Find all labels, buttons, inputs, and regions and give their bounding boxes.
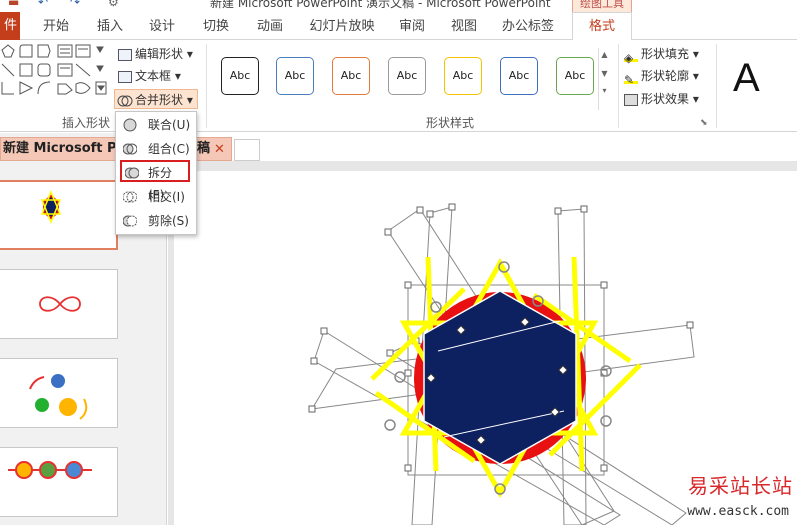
wordart-style-a[interactable]: A [733, 56, 760, 101]
group-divider [206, 44, 207, 128]
dialog-launcher-icon[interactable]: ⬊ [700, 118, 708, 128]
tab-format[interactable]: 格式 [572, 12, 632, 41]
text-box-label: 文本框 [135, 69, 172, 83]
shape-effects-label: 形状效果 [641, 92, 690, 106]
customize-icon[interactable]: ⚙ [108, 0, 119, 9]
scroll-up-icon[interactable]: ▲ [599, 50, 610, 59]
shape-gallery[interactable] [0, 44, 110, 109]
menu-item-subtract-label: 剪除(S) [148, 214, 189, 228]
pen-icon: ✎ [624, 70, 638, 87]
menu-item-intersect[interactable]: 相交(I) [120, 186, 194, 208]
shape-effects-icon [624, 93, 638, 106]
style-swatch-2[interactable]: Abc [276, 57, 314, 95]
document-tab-title-tail: 稿 [197, 141, 211, 156]
slide-3-preview [29, 374, 88, 420]
ribbon-tabs: 件 开始 插入 设计 切换 动画 幻灯片放映 审阅 视图 办公标签 格式 [0, 12, 797, 41]
tab-transitions[interactable]: 切换 [196, 17, 236, 37]
slide-thumbnail-1[interactable] [0, 180, 118, 250]
style-swatch-6[interactable]: Abc [500, 57, 538, 95]
text-box-icon [118, 70, 132, 83]
watermark-url: www.easck.com [687, 504, 789, 519]
union-icon [123, 118, 137, 132]
watermark: 易采站长站 www.easck.com [680, 470, 797, 525]
menu-item-union-label: 联合(U) [148, 118, 191, 132]
slide-1-preview [40, 190, 62, 224]
tab-design[interactable]: 设计 [142, 17, 182, 37]
shape-effects-button[interactable]: 形状效果 ▾ [624, 89, 699, 109]
merge-shapes-label: 合并形状 [135, 93, 184, 107]
wordart-gallery[interactable]: A [716, 44, 797, 128]
edit-shape-label: 编辑形状 [135, 47, 184, 61]
style-swatch-4[interactable]: Abc [388, 57, 426, 95]
tab-view[interactable]: 视图 [444, 17, 484, 37]
tab-file[interactable]: 件 [0, 12, 20, 40]
drawing-tools-label: 绘图工具 [572, 0, 632, 12]
shape-styles-group-label: 形状样式 [426, 116, 475, 130]
edit-shape-button[interactable]: 编辑形状 ▾ [118, 44, 193, 64]
menu-item-combine-label: 组合(C) [148, 142, 190, 156]
expand-gallery-icon[interactable]: ▾ [599, 86, 610, 95]
tab-review[interactable]: 审阅 [392, 17, 432, 37]
text-box-button[interactable]: 文本框 ▾ [118, 66, 181, 86]
new-tab[interactable] [234, 139, 260, 161]
slide-thumbnail-4[interactable] [0, 447, 118, 517]
merge-shapes-button[interactable]: 合并形状 ▾ [114, 89, 198, 109]
menu-item-subtract[interactable]: 剪除(S) [120, 210, 194, 232]
watermark-text: 易采站长站 [688, 474, 793, 498]
group-divider [618, 44, 619, 128]
style-swatch-7[interactable]: Abc [556, 57, 594, 95]
title-bar: ▬ ↶ ↷ ⚙ 新建 Microsoft PowerPoint 演示文稿 - M… [0, 0, 797, 12]
combine-icon [123, 143, 137, 155]
slide-thumbnail-2[interactable] [0, 269, 118, 339]
close-icon[interactable]: ✕ [214, 139, 225, 160]
paint-bucket-icon: ◈ [624, 48, 638, 65]
tab-office-tab[interactable]: 办公标签 [498, 17, 558, 37]
redo-icon[interactable]: ↷ [70, 0, 80, 9]
edit-shape-icon [118, 48, 132, 61]
undo-icon[interactable]: ↶ [38, 0, 48, 9]
subtract-icon [123, 215, 137, 227]
style-swatch-3[interactable]: Abc [332, 57, 370, 95]
slide-2-preview [39, 296, 81, 312]
insert-shapes-group-label: 插入形状 [62, 116, 111, 130]
style-swatch-5[interactable]: Abc [444, 57, 482, 95]
slide-4-preview [8, 461, 92, 479]
window-title: 新建 Microsoft PowerPoint 演示文稿 - Microsoft… [210, 0, 551, 10]
save-icon[interactable]: ▬ [8, 0, 19, 9]
scroll-down-icon[interactable]: ▼ [599, 69, 610, 78]
tab-animations[interactable]: 动画 [250, 17, 290, 37]
shape-outline-button[interactable]: ✎ 形状轮廓 ▾ [624, 66, 699, 87]
style-swatch-1[interactable]: Abc [221, 57, 259, 95]
intersect-icon [123, 191, 137, 203]
merge-shapes-menu: 联合(U) 组合(C) 拆分(F) 相交(I) 剪除(S) [115, 111, 197, 235]
shape-fill-button[interactable]: ◈ 形状填充 ▾ [624, 44, 699, 65]
tab-home[interactable]: 开始 [36, 17, 76, 37]
shape-fill-label: 形状填充 [641, 47, 690, 61]
shape-outline-label: 形状轮廓 [641, 69, 690, 83]
shape-gallery-icons[interactable] [0, 44, 112, 106]
merge-shapes-icon [117, 95, 133, 106]
menu-item-combine[interactable]: 组合(C) [120, 138, 194, 160]
tab-insert[interactable]: 插入 [90, 17, 130, 37]
slide-thumbnail-3[interactable] [0, 358, 118, 428]
fragment-icon [125, 167, 139, 179]
style-gallery-scroll[interactable]: ▲ ▼ ▾ [598, 48, 610, 110]
menu-item-union[interactable]: 联合(U) [120, 114, 194, 136]
menu-item-fragment[interactable]: 拆分(F) [120, 160, 190, 202]
menu-item-intersect-label: 相交(I) [148, 190, 185, 204]
tab-slideshow[interactable]: 幻灯片放映 [302, 17, 382, 37]
